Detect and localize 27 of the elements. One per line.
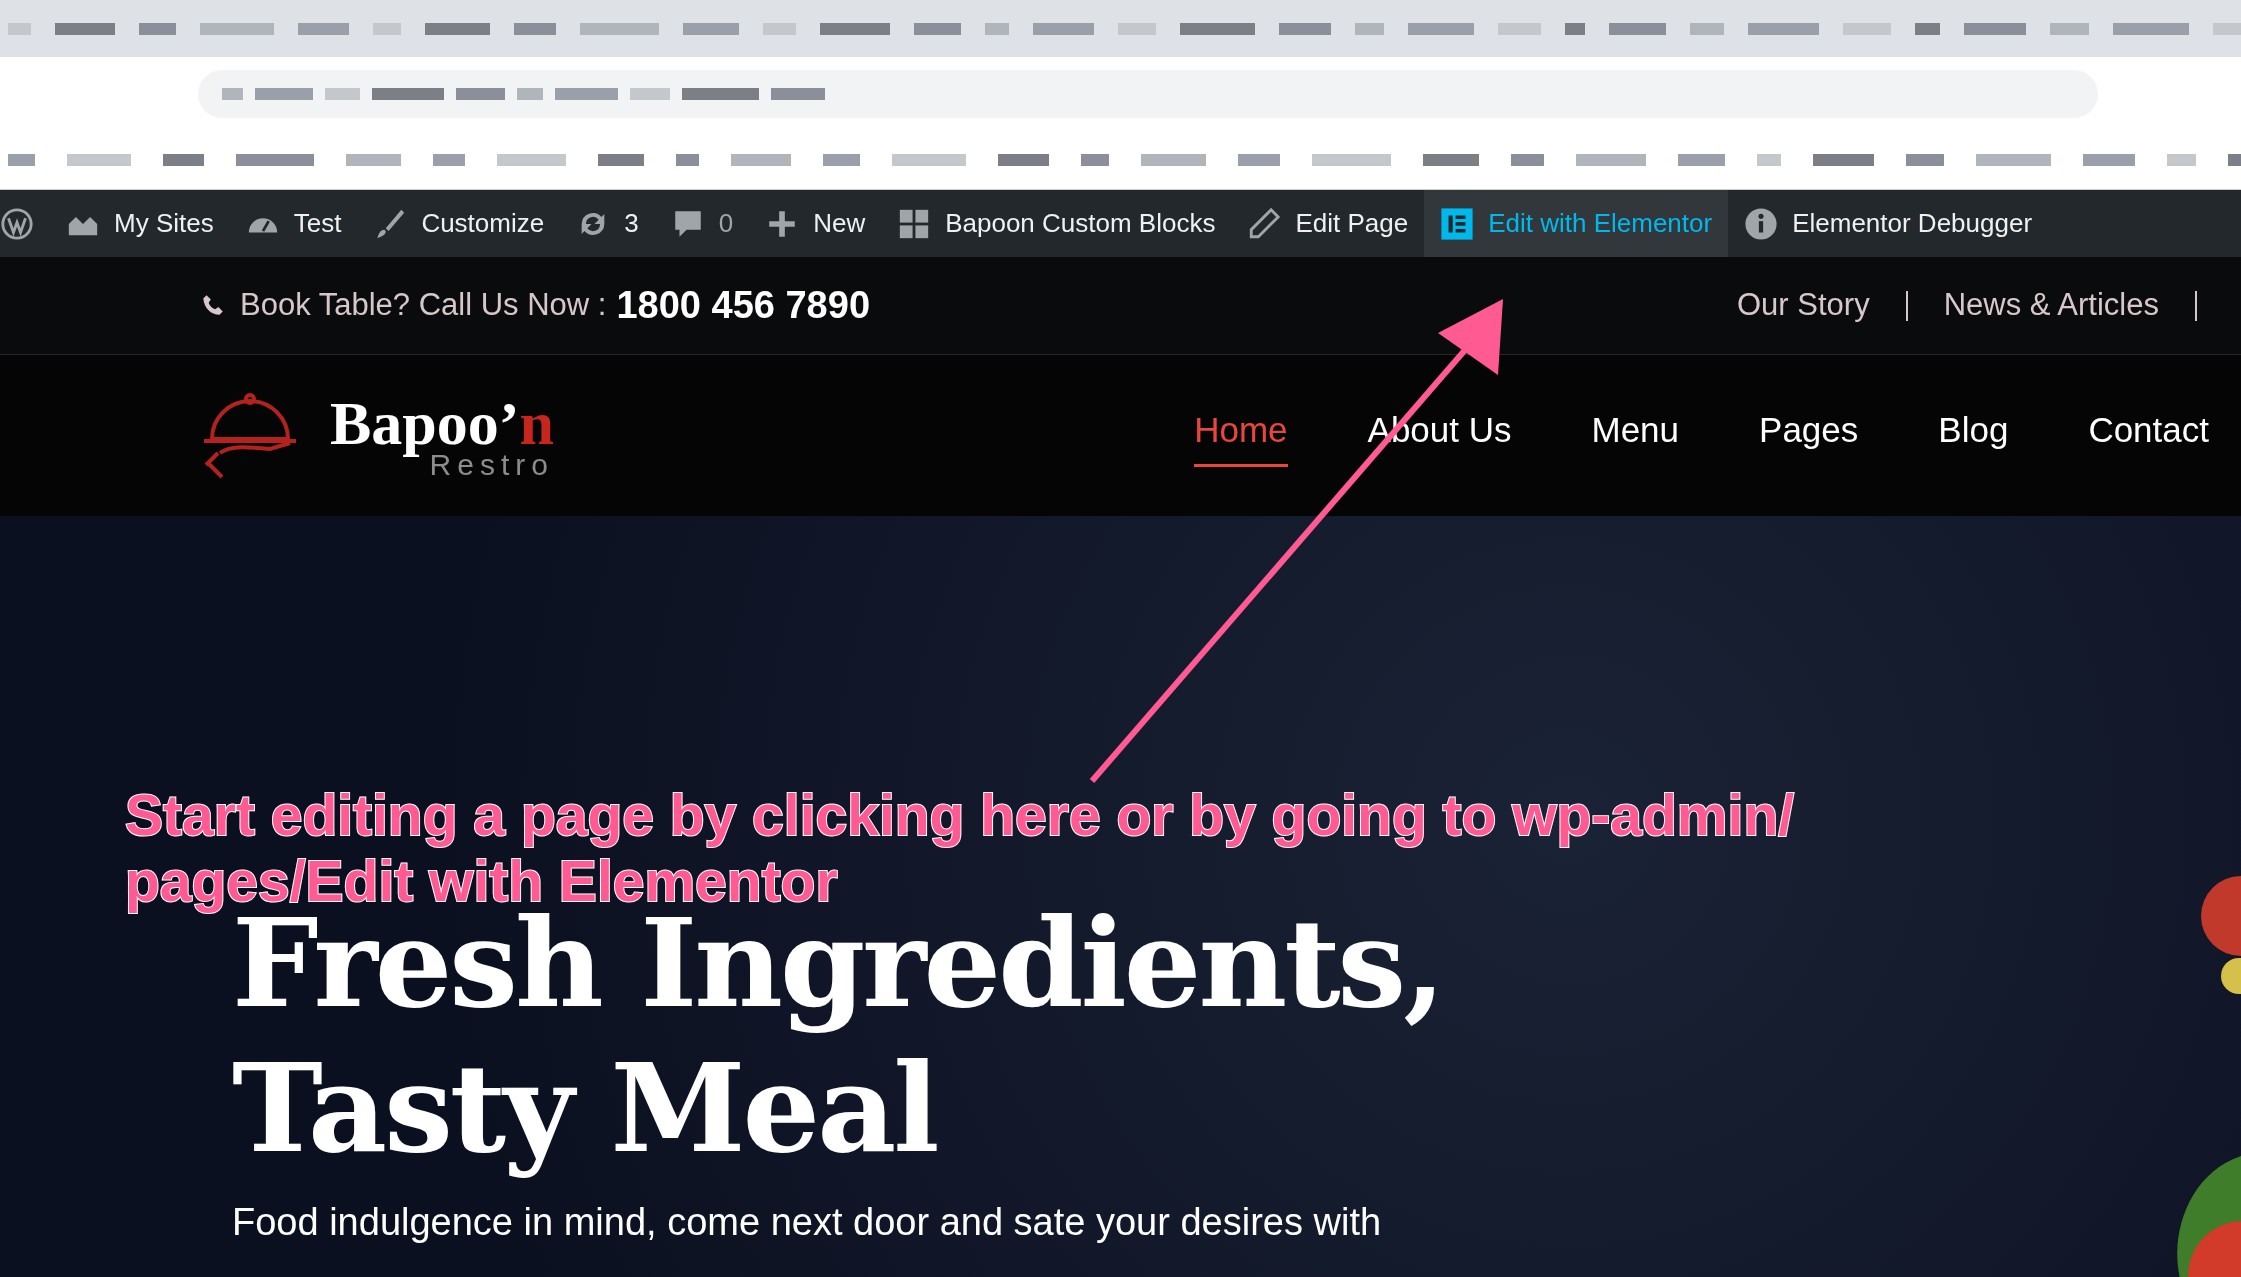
admin-bar-item[interactable]: 0 xyxy=(654,190,750,257)
wordpress-logo-icon xyxy=(0,206,34,241)
phone-number[interactable]: 1800 456 7890 xyxy=(616,277,871,334)
admin-bar-item[interactable]: My Sites xyxy=(50,190,230,257)
admin-bar-item[interactable]: Customize xyxy=(357,190,561,257)
elementor-icon xyxy=(1440,206,1475,241)
nav-link[interactable]: Menu xyxy=(1591,403,1680,468)
nav-link[interactable]: Home xyxy=(1194,403,1288,468)
call-label: Book Table? Call Us Now : xyxy=(240,286,607,325)
top-bar-link[interactable]: Our Story xyxy=(1737,282,1870,329)
admin-bar-item[interactable]: Elementor Debugger xyxy=(1728,190,2049,257)
pencil-icon xyxy=(1247,206,1282,241)
nav-link[interactable]: Contact xyxy=(2088,403,2209,468)
nav-link[interactable]: Blog xyxy=(1938,403,2009,468)
info-icon xyxy=(1744,206,1779,241)
hero-text: Food indulgence in mind, come next door and sate your desires with xyxy=(232,1200,1382,1245)
address-bar[interactable] xyxy=(198,69,2098,118)
nav-link[interactable]: Pages xyxy=(1759,403,1859,468)
top-bar-link[interactable]: News & Articles xyxy=(1943,282,2159,329)
admin-bar-item[interactable]: 3 xyxy=(560,190,655,257)
admin-bar-item[interactable]: New xyxy=(749,190,882,257)
admin-bar-item[interactable]: Edit with Elementor xyxy=(1424,190,1729,257)
logo-tagline: Restro xyxy=(429,449,554,480)
hero-title-line: Tasty Meal xyxy=(232,1036,937,1181)
admin-bar-item[interactable]: Test xyxy=(229,190,358,257)
admin-bar-item[interactable]: Edit Page xyxy=(1231,190,1425,257)
admin-bar-item[interactable]: Bapoon Custom Blocks xyxy=(881,190,1232,257)
